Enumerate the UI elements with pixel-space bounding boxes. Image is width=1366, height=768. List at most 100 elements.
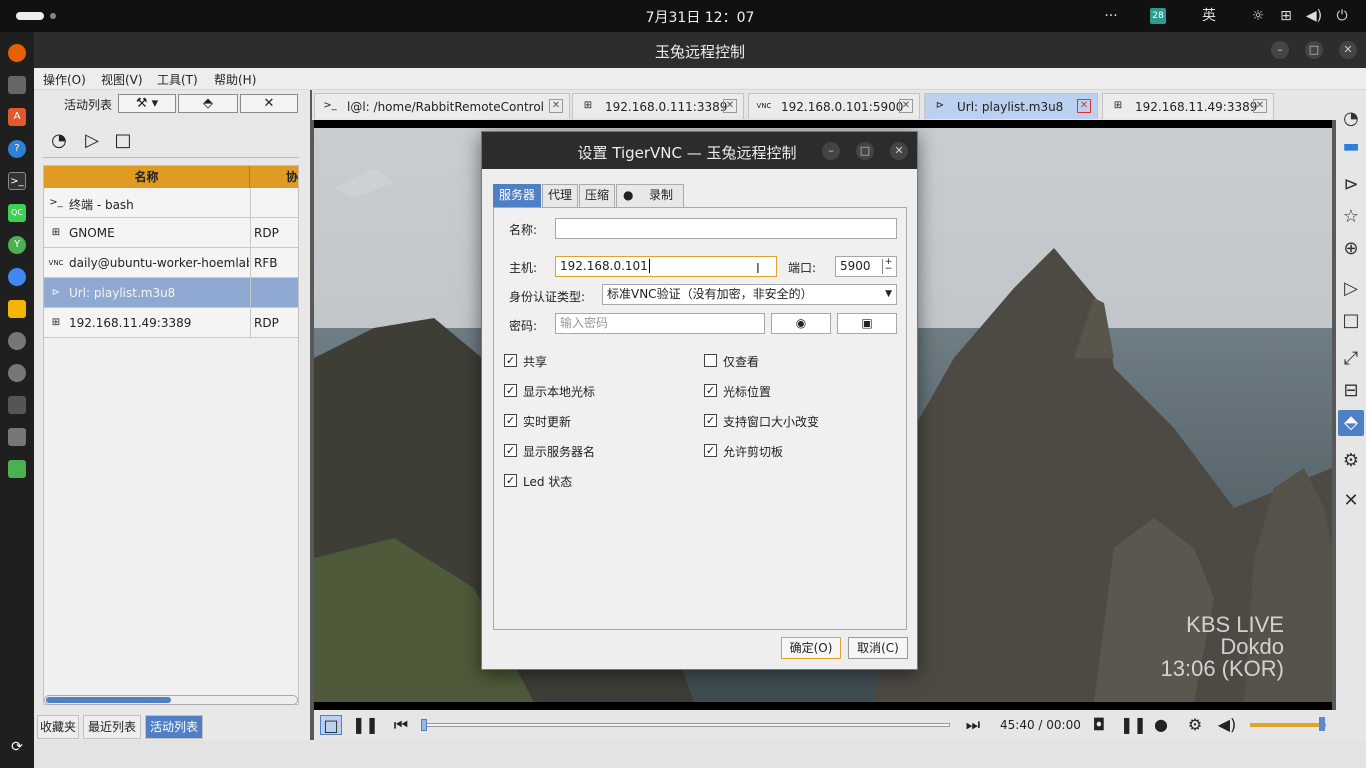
input-method-badge[interactable]: 28 — [1150, 8, 1166, 24]
checkbox-label[interactable]: 显示服务器名 — [523, 443, 595, 460]
dialog-close-button[interactable]: ✕ — [890, 142, 908, 160]
dialog-maximize-button[interactable]: □ — [856, 142, 874, 160]
dialog-minimize-button[interactable]: – — [822, 142, 840, 160]
close-tab-icon[interactable]: ✕ — [899, 99, 913, 113]
tab-recent[interactable]: 最近列表 — [83, 715, 141, 739]
tools-dropdown-button[interactable]: ⚒ ▾ — [118, 94, 176, 113]
column-name[interactable]: 名称 — [44, 166, 250, 188]
tree-row[interactable]: ⊞ 192.168.11.49:3389 RDP — [44, 308, 298, 338]
camera-icon[interactable]: ◘ — [1088, 715, 1110, 735]
auth-type-select[interactable]: 标准VNC验证（没有加密，非安全的） ▼ — [602, 284, 897, 305]
connection-tab[interactable]: VNC 192.168.0.101:5900 ✕ — [748, 93, 920, 119]
app-y-icon[interactable]: Y — [8, 236, 26, 254]
ok-button[interactable]: 确定(O) — [781, 637, 841, 659]
cancel-button[interactable]: 取消(C) — [848, 637, 908, 659]
fullscreen-icon[interactable]: ⤢ — [1338, 346, 1364, 372]
checkbox-label[interactable]: Led 状态 — [523, 473, 572, 490]
checkbox[interactable]: ✓ — [704, 414, 717, 427]
maximize-button[interactable]: □ — [1305, 41, 1323, 59]
checkbox-label[interactable]: 共享 — [523, 353, 547, 370]
connection-tab[interactable]: ⊞ 192.168.11.49:3389 ✕ — [1102, 93, 1274, 119]
power-icon[interactable]: ⏻ — [1331, 6, 1353, 26]
close-panel-button[interactable]: ✕ — [240, 94, 298, 113]
checkbox[interactable]: ✓ — [504, 384, 517, 397]
checkbox-label[interactable]: 实时更新 — [523, 413, 571, 430]
media-play-icon[interactable]: ⊳ — [1338, 172, 1364, 198]
close-tab-icon[interactable]: ✕ — [1077, 99, 1091, 113]
seek-slider[interactable] — [421, 719, 950, 731]
seek-handle[interactable] — [421, 719, 427, 731]
tab-server[interactable]: 服务器 — [493, 184, 541, 207]
host-field[interactable]: 192.168.0.101 — [555, 256, 777, 277]
stop-icon[interactable]: □ — [1338, 308, 1364, 334]
qt-creator-icon[interactable]: QC — [8, 204, 26, 222]
close-window-button[interactable]: ✕ — [1339, 41, 1357, 59]
show-apps-icon[interactable]: ⟳ — [8, 738, 26, 756]
checkbox[interactable] — [704, 354, 717, 367]
firefox-icon[interactable] — [8, 44, 26, 62]
software-center-icon[interactable]: A — [8, 108, 26, 126]
system-clock[interactable]: 7月31日 12：07 — [600, 7, 800, 27]
tab-favorites[interactable]: 收藏夹 — [37, 715, 79, 739]
disk-icon[interactable] — [8, 364, 26, 382]
chrome-icon[interactable] — [8, 268, 26, 286]
pause-icon[interactable]: ❚❚ — [352, 715, 379, 735]
checkbox[interactable]: ✓ — [504, 414, 517, 427]
checkbox-label[interactable]: 光标位置 — [723, 383, 771, 400]
checkbox[interactable]: ✓ — [504, 354, 517, 367]
network-view-icon[interactable]: ⊟ — [1338, 378, 1364, 404]
terminal-icon[interactable]: >_ — [8, 172, 26, 190]
spin-arrows-icon[interactable]: + − — [882, 258, 894, 274]
connect-menu-icon[interactable]: ◔ — [1338, 106, 1364, 132]
pause-record-icon[interactable]: ❚❚ — [1120, 715, 1147, 735]
minimize-button[interactable]: – — [1271, 41, 1289, 59]
help-icon[interactable]: ? — [8, 140, 26, 158]
float-panel-button[interactable]: ⬘ — [178, 94, 238, 113]
favorite-star-icon[interactable]: ☆ — [1338, 204, 1364, 230]
network-icon[interactable]: ⊞ — [1275, 6, 1297, 26]
tab-proxy[interactable]: 代理 — [542, 184, 578, 207]
previous-icon[interactable]: ⏮ — [390, 715, 412, 735]
port-spinbox[interactable]: 5900 + − — [835, 256, 897, 277]
search-icon[interactable] — [8, 396, 26, 414]
menu-view[interactable]: 视图(V) — [101, 71, 143, 88]
tree-row[interactable]: ⊳ Url: playlist.m3u8 — [44, 278, 298, 308]
checkbox[interactable]: ✓ — [704, 384, 717, 397]
checkbox-label[interactable]: 允许剪切板 — [723, 443, 783, 460]
rabbit-remote-control-icon[interactable] — [8, 332, 26, 350]
scrollbar-thumb[interactable] — [46, 697, 171, 703]
menu-help[interactable]: 帮助(H) — [214, 71, 256, 88]
activity-tree[interactable]: 名称 协 >_ 终端 - bash ⊞ GNOME RDP VNC daily@ubuntu… — [43, 165, 299, 705]
checkbox[interactable]: ✓ — [704, 444, 717, 457]
checkbox-label[interactable]: 支持窗口大小改变 — [723, 413, 819, 430]
checkbox-label[interactable]: 显示本地光标 — [523, 383, 595, 400]
close-tab-icon[interactable]: ✕ — [549, 99, 563, 113]
menu-operation[interactable]: 操作(O) — [43, 71, 86, 88]
record-icon[interactable]: ● — [1150, 715, 1172, 735]
start-icon[interactable]: ▷ — [1338, 276, 1364, 302]
show-password-button[interactable]: ◉ — [771, 313, 831, 334]
office-icon[interactable] — [8, 300, 26, 318]
connect-menu-icon[interactable]: ◔ — [46, 128, 72, 154]
gear-icon[interactable]: ⚙ — [1184, 715, 1206, 735]
tab-record[interactable]: ● 录制 — [616, 184, 684, 207]
brightness-icon[interactable]: ☼ — [1247, 6, 1269, 26]
horizontal-scrollbar[interactable] — [44, 695, 298, 705]
recycle-icon[interactable] — [8, 460, 26, 478]
gear-icon[interactable]: ⚙ — [1338, 448, 1364, 474]
save-password-button[interactable]: ▣ — [837, 313, 897, 334]
stop-icon[interactable]: □ — [320, 715, 342, 735]
folder-icon[interactable]: ▬ — [1338, 134, 1364, 160]
start-icon[interactable]: ▷ — [79, 128, 105, 154]
tree-row[interactable]: VNC daily@ubuntu-worker-hoemlab RFB — [44, 248, 298, 278]
volume-icon[interactable]: ◀) — [1303, 6, 1325, 26]
add-connection-icon[interactable]: ⊕ — [1338, 236, 1364, 262]
more-icon[interactable]: ··· — [1100, 6, 1122, 26]
settings-app-icon[interactable] — [8, 428, 26, 446]
name-field[interactable] — [555, 218, 897, 239]
checkbox-label[interactable]: 仅查看 — [723, 353, 759, 370]
close-tab-icon[interactable]: ✕ — [723, 99, 737, 113]
volume-slider[interactable] — [1250, 717, 1326, 731]
checkbox[interactable]: ✓ — [504, 444, 517, 457]
stop-icon[interactable]: □ — [110, 128, 136, 154]
